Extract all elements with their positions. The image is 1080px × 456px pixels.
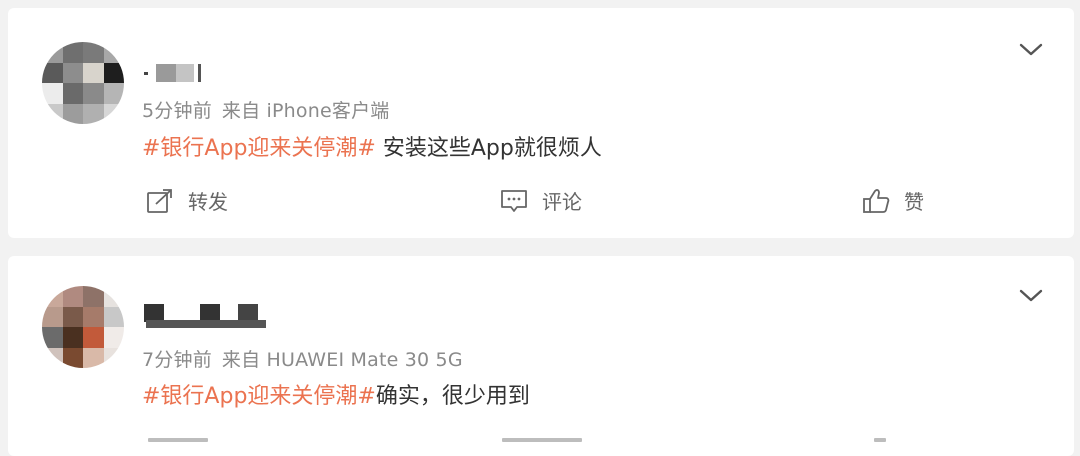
post-content: #银行App迎来关停潮#确实，很少用到 [142,378,530,410]
comment-label: 评论 [542,190,582,214]
chevron-down-icon[interactable] [1018,38,1044,60]
post-source: 来自 HUAWEI Mate 30 5G [221,349,463,371]
post-meta: 5分钟前 来自 iPhone客户端 [142,96,389,123]
username-redacted[interactable] [144,304,266,328]
post-card: 5分钟前 来自 iPhone客户端 #银行App迎来关停潮# 安装这些App就很烦… [8,8,1074,238]
repost-button[interactable]: 转发 [146,186,228,215]
post-text: 安装这些App就很烦人 [375,136,602,161]
post-text: 确实，很少用到 [375,384,530,409]
like-icon [863,188,890,213]
repost-button-partial[interactable] [148,438,208,442]
avatar[interactable] [42,42,124,124]
chevron-down-icon[interactable] [1018,284,1044,306]
like-button-partial[interactable] [874,438,886,442]
post-meta: 7分钟前 来自 HUAWEI Mate 30 5G [142,345,463,372]
post-card: 7分钟前 来自 HUAWEI Mate 30 5G #银行App迎来关停潮#确实，… [8,256,1074,456]
post-content: #银行App迎来关停潮# 安装这些App就很烦人 [142,130,602,162]
avatar[interactable] [42,286,124,368]
topic-link[interactable]: #银行App迎来关停潮# [142,384,376,409]
comment-button-partial[interactable] [502,438,582,442]
repost-icon [147,188,172,213]
post-source: 来自 iPhone客户端 [221,100,390,122]
action-bar: 转发 评论 赞 [8,186,1074,226]
like-button[interactable]: 赞 [862,186,924,215]
repost-label: 转发 [188,190,228,214]
post-time: 5分钟前 [142,100,212,122]
username-redacted[interactable] [144,64,214,84]
post-time: 7分钟前 [142,349,212,371]
comment-button[interactable]: 评论 [500,186,582,215]
like-label: 赞 [904,190,924,214]
comment-icon [501,189,527,212]
topic-link[interactable]: #银行App迎来关停潮# [142,136,376,161]
action-bar [8,436,1074,444]
